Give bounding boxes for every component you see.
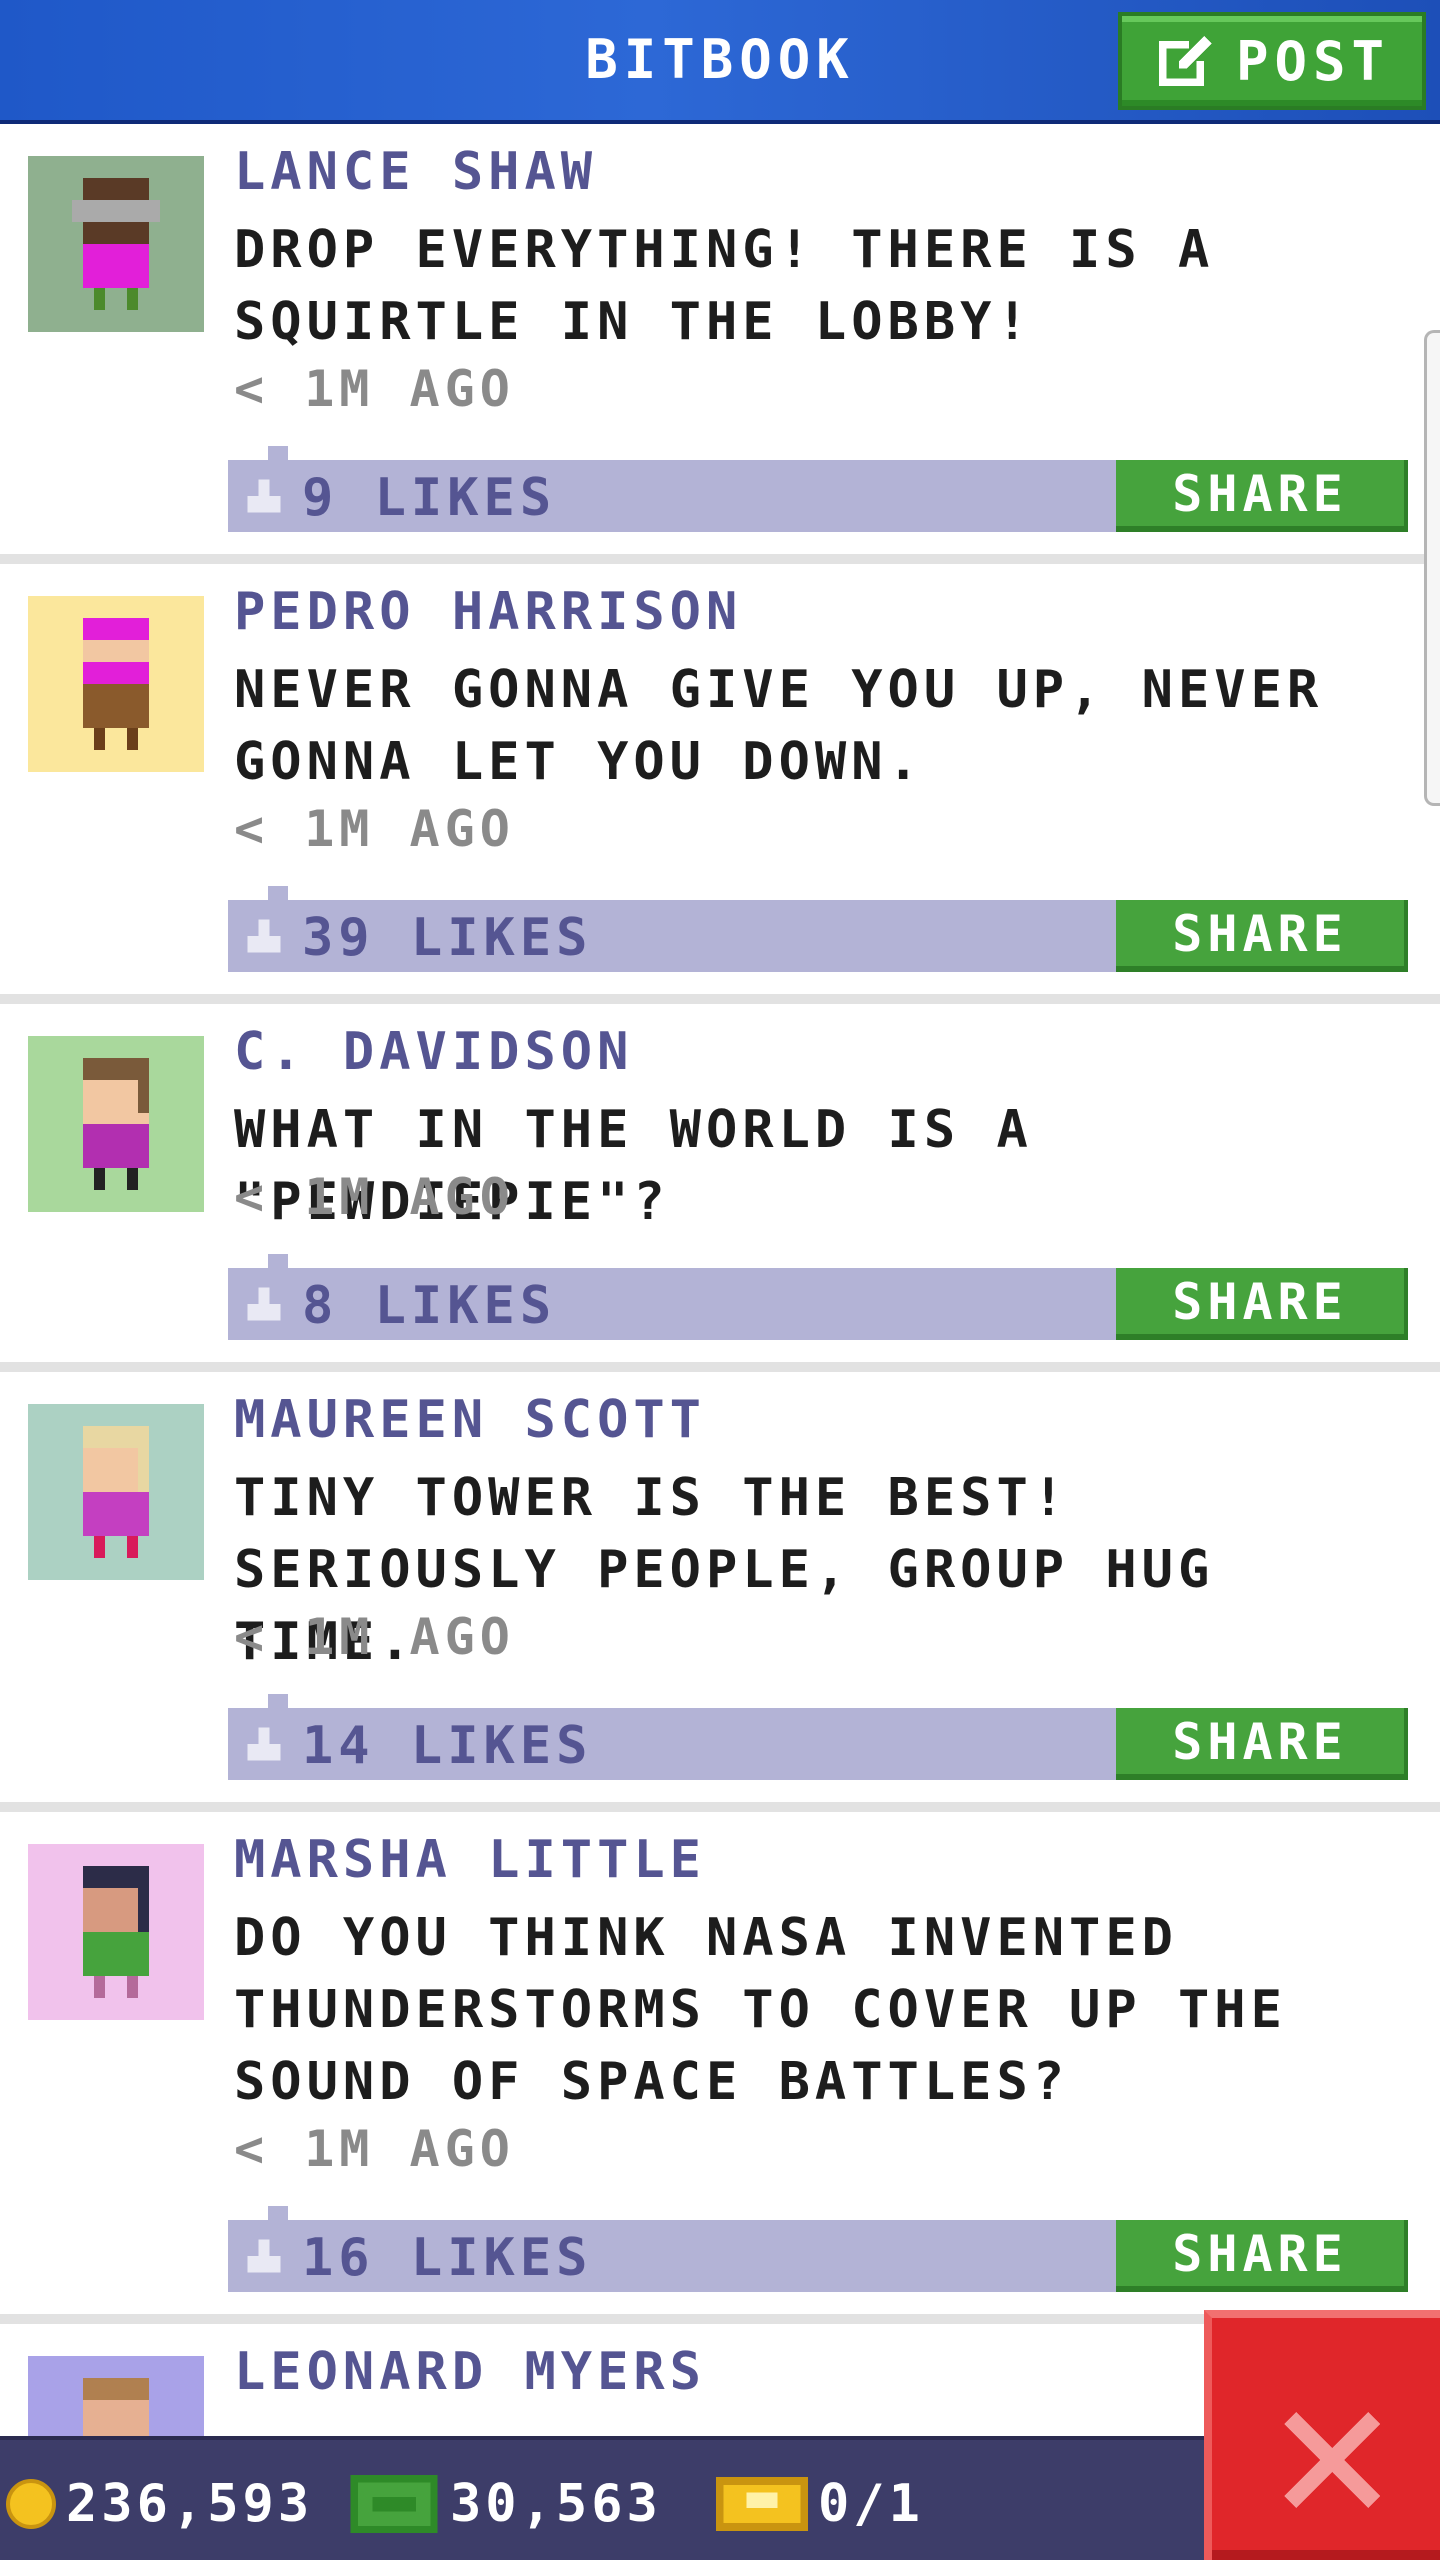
coins-display: 236,593 — [6, 2474, 313, 2534]
thumbs-up-icon[interactable] — [242, 2234, 286, 2278]
post-author[interactable]: LANCE SHAW — [234, 142, 597, 202]
thumbs-up-icon[interactable] — [242, 1722, 286, 1766]
post-button-label: POST — [1235, 29, 1391, 93]
thumbs-up-icon[interactable] — [242, 914, 286, 958]
feed-post: MARSHA LITTLE DO YOU THINK NASA INVENTED… — [0, 1812, 1440, 2324]
likes-bar: 9 LIKES SHARE — [228, 446, 1408, 532]
likes-bar: 16 LIKES SHARE — [228, 2206, 1408, 2292]
post-button[interactable]: POST — [1118, 12, 1426, 110]
post-author[interactable]: LEONARD MYERS — [234, 2342, 706, 2402]
share-button[interactable]: SHARE — [1116, 1268, 1408, 1340]
share-button[interactable]: SHARE — [1116, 460, 1408, 532]
post-author[interactable]: MARSHA LITTLE — [234, 1830, 706, 1890]
post-time: < 1M AGO — [234, 1608, 515, 1666]
bitizen-brown-hair-icon — [83, 1058, 149, 1190]
avatar[interactable] — [28, 1844, 204, 2020]
like-count: 14 LIKES — [302, 1716, 593, 1776]
post-author[interactable]: C. DAVIDSON — [234, 1022, 633, 1082]
bux-display: 30,563 — [348, 2474, 662, 2534]
like-count: 16 LIKES — [302, 2228, 593, 2288]
bitizen-blonde-hair-icon — [83, 1426, 149, 1558]
post-time: < 1M AGO — [234, 1168, 515, 1226]
likes-bar: 39 LIKES SHARE — [228, 886, 1408, 972]
feed-post: PEDRO HARRISON NEVER GONNA GIVE YOU UP, … — [0, 564, 1440, 1004]
post-message: NEVER GONNA GIVE YOU UP, NEVER GONNA LET… — [234, 660, 1324, 792]
bux-icon — [350, 2475, 438, 2533]
tickets-value: 0/1 — [818, 2474, 924, 2534]
app-header: BITBOOK POST — [0, 0, 1440, 124]
feed[interactable]: LANCE SHAW DROP EVERYTHING! THERE IS A S… — [0, 124, 1440, 2560]
post-message: DO YOU THINK NASA INVENTED THUNDERSTORMS… — [234, 1908, 1287, 2112]
likes-bar: 8 LIKES SHARE — [228, 1254, 1408, 1340]
bitizen-dark-hair-icon — [83, 1866, 149, 1998]
feed-post: MAUREEN SCOTT TINY TOWER IS THE BEST! SE… — [0, 1372, 1440, 1812]
post-time: < 1M AGO — [234, 2120, 515, 2178]
avatar[interactable] — [28, 1036, 204, 1212]
compose-icon — [1158, 36, 1212, 86]
coins-value: 236,593 — [66, 2474, 314, 2534]
post-time: < 1M AGO — [234, 360, 515, 418]
like-count: 39 LIKES — [302, 908, 593, 968]
like-count: 9 LIKES — [302, 468, 557, 528]
post-message: DROP EVERYTHING! THERE IS A SQUIRTLE IN … — [234, 220, 1215, 352]
avatar[interactable] — [28, 156, 204, 332]
post-author[interactable]: MAUREEN SCOTT — [234, 1390, 706, 1450]
close-icon — [1284, 2412, 1380, 2508]
post-author[interactable]: PEDRO HARRISON — [234, 582, 742, 642]
bux-value: 30,563 — [450, 2474, 662, 2534]
share-button[interactable]: SHARE — [1116, 900, 1408, 972]
ticket-icon — [716, 2477, 808, 2531]
feed-post: C. DAVIDSON WHAT IN THE WORLD IS A "PEWD… — [0, 1004, 1440, 1372]
bitizen-pink-hair-icon — [83, 618, 149, 750]
coin-icon — [6, 2479, 56, 2529]
likes-bar: 14 LIKES SHARE — [228, 1694, 1408, 1780]
thumbs-up-icon[interactable] — [242, 474, 286, 518]
avatar[interactable] — [28, 596, 204, 772]
bitizen-bald-grey-hair-icon — [72, 178, 160, 310]
post-time: < 1M AGO — [234, 800, 515, 858]
close-button[interactable] — [1204, 2310, 1440, 2560]
share-button[interactable]: SHARE — [1116, 2220, 1408, 2292]
avatar[interactable] — [28, 1404, 204, 1580]
share-button[interactable]: SHARE — [1116, 1708, 1408, 1780]
thumbs-up-icon[interactable] — [242, 1282, 286, 1326]
tickets-display: 0/1 — [716, 2474, 924, 2534]
scrollbar[interactable] — [1424, 330, 1440, 806]
like-count: 8 LIKES — [302, 1276, 557, 1336]
feed-post: LANCE SHAW DROP EVERYTHING! THERE IS A S… — [0, 124, 1440, 564]
